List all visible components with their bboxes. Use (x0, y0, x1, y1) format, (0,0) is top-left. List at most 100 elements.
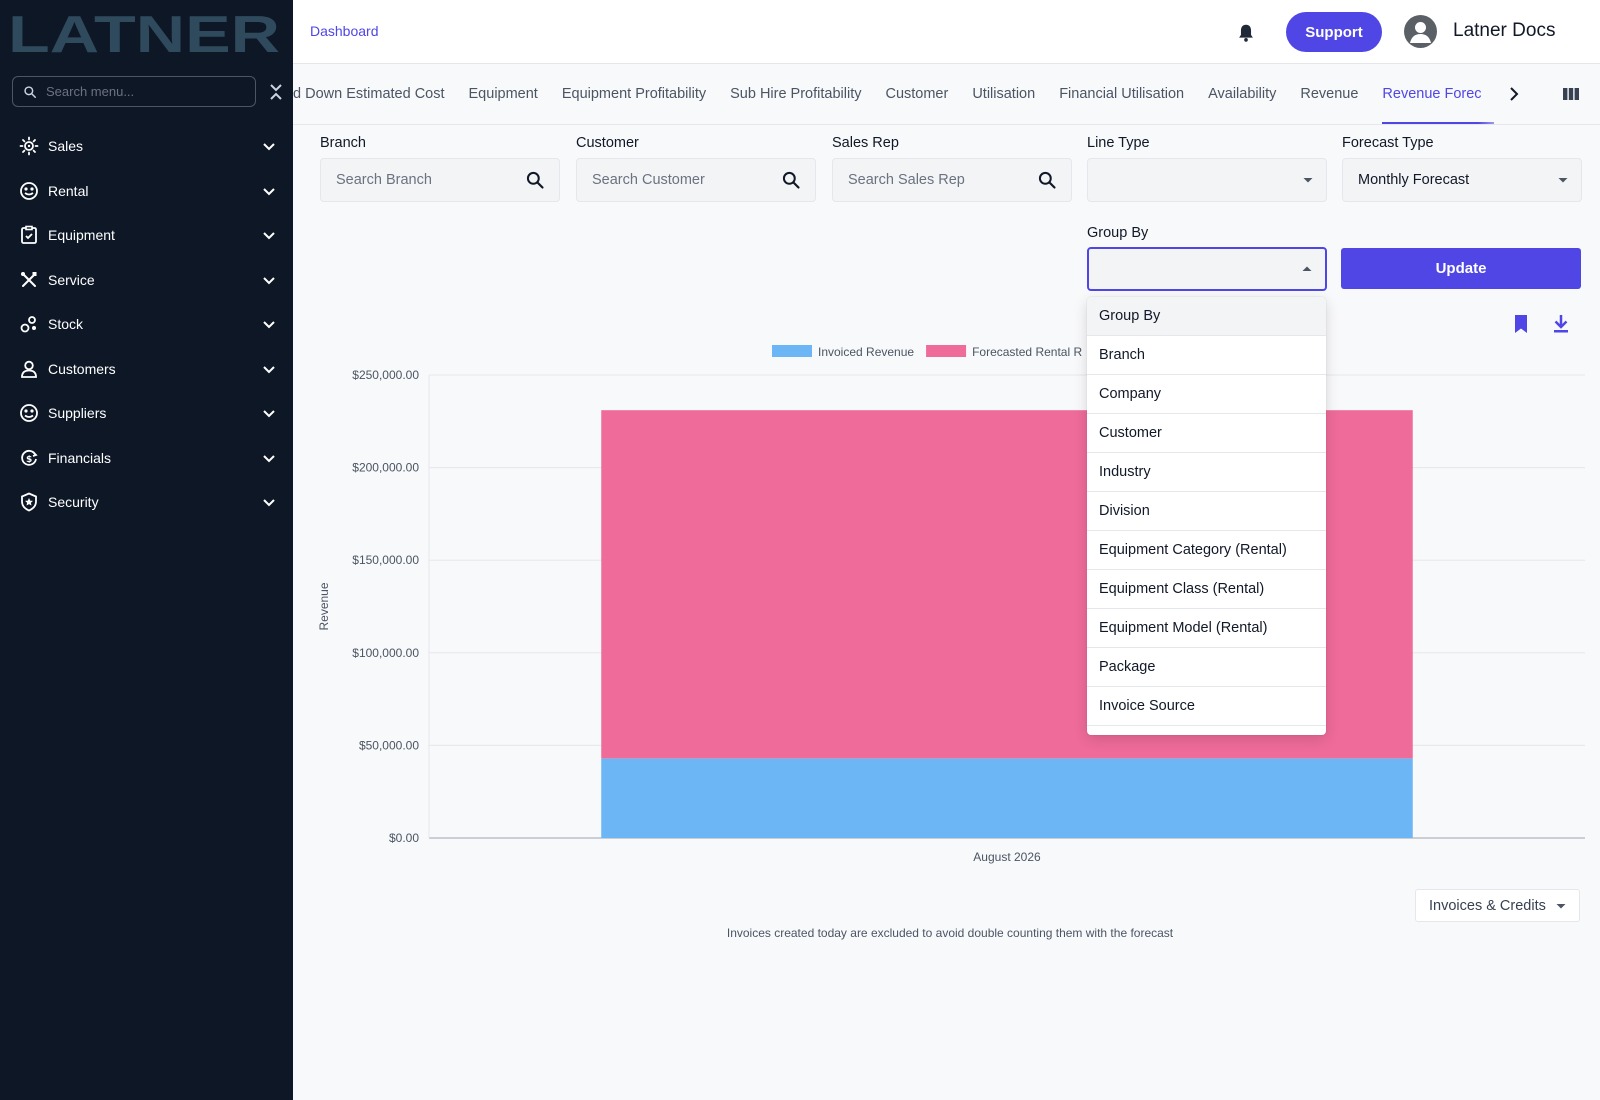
forecast-type-label: Forecast Type (1342, 135, 1434, 151)
financials-icon: $ (19, 448, 39, 468)
caret-up-icon (1302, 266, 1312, 271)
user-name[interactable]: Latner Docs (1453, 20, 1555, 42)
sales-rep-input[interactable] (848, 172, 1037, 188)
collapse-sidebar-button[interactable] (266, 82, 286, 102)
top-header: Dashboard Support Latner Docs (293, 0, 1600, 64)
legend-swatch (926, 345, 967, 357)
chevron-down-icon (263, 277, 275, 285)
sidebar-item-sales[interactable]: Sales (0, 124, 293, 169)
branch-input[interactable] (336, 172, 525, 188)
group-by-option[interactable]: Customer (1087, 414, 1326, 453)
y-tick-label: $50,000.00 (359, 738, 419, 752)
sidebar-item-rental[interactable]: Rental (0, 169, 293, 214)
tab-customer[interactable]: Customer (873, 64, 960, 124)
group-by-dropdown: Group By Branch Company Customer Industry Div… (1087, 297, 1326, 735)
group-by-option[interactable]: Equipment Model (Rental) (1087, 609, 1326, 648)
sidebar-item-security[interactable]: Security (0, 480, 293, 525)
bar-segment (601, 758, 1413, 838)
line-type-label: Line Type (1087, 135, 1150, 151)
tab-utilisation[interactable]: Utilisation (960, 64, 1047, 124)
chevron-down-icon (263, 455, 275, 463)
branch-label: Branch (320, 135, 366, 151)
sidebar-nav: Sales Rental Equipment Service Stock Cus… (0, 124, 293, 525)
tab-breakdown-estimated-cost[interactable]: d Down Estimated Cost (293, 64, 457, 124)
search-icon[interactable] (1037, 170, 1057, 190)
search-icon[interactable] (525, 170, 545, 190)
tab-financial-utilisation[interactable]: Financial Utilisation (1047, 64, 1196, 124)
y-axis-label: Revenue (317, 582, 331, 630)
avatar[interactable] (1404, 15, 1437, 48)
breadcrumb-dashboard[interactable]: Dashboard (310, 23, 379, 39)
sidebar-item-financials[interactable]: $ Financials (0, 436, 293, 481)
group-by-option[interactable]: Branch (1087, 336, 1326, 375)
legend-label: Forecasted Rental R (972, 345, 1082, 359)
caret-down-icon (1303, 178, 1313, 183)
sidebar-item-equipment[interactable]: Equipment (0, 213, 293, 258)
sidebar-item-label: Rental (48, 182, 89, 199)
tabs-scroll-area: d Down Estimated Cost Equipment Equipmen… (293, 64, 1528, 124)
group-by-select[interactable] (1087, 247, 1327, 291)
group-by-option[interactable]: Industry (1087, 453, 1326, 492)
chevron-down-icon (263, 499, 275, 507)
group-by-option[interactable]: Division (1087, 492, 1326, 531)
tab-revenue[interactable]: Revenue (1288, 64, 1370, 124)
forecast-type-select[interactable]: Monthly Forecast (1342, 158, 1582, 202)
search-icon[interactable] (781, 170, 801, 190)
sidebar-item-stock[interactable]: Stock (0, 302, 293, 347)
sales-rep-field[interactable] (832, 158, 1072, 202)
legend-label: Invoiced Revenue (818, 345, 914, 359)
tab-sub-hire-profitability[interactable]: Sub Hire Profitability (718, 64, 873, 124)
group-by-option[interactable]: Invoice Source (1087, 687, 1326, 726)
tab-equipment-profitability[interactable]: Equipment Profitability (550, 64, 718, 124)
legend-swatch (772, 345, 812, 357)
group-by-option[interactable]: Package (1087, 648, 1326, 687)
tab-revenue-forecast[interactable]: Revenue Forec (1370, 64, 1494, 124)
sidebar-item-suppliers[interactable]: Suppliers (0, 391, 293, 436)
bell-icon[interactable] (1235, 22, 1257, 44)
group-by-option[interactable]: Group By (1087, 297, 1326, 336)
report-tabs: d Down Estimated Cost Equipment Equipmen… (293, 64, 1600, 125)
chevron-right-icon[interactable] (1504, 84, 1524, 104)
y-tick-label: $150,000.00 (352, 553, 419, 567)
sidebar-item-service[interactable]: Service (0, 258, 293, 303)
sidebar-item-label: Suppliers (48, 405, 107, 422)
shield-icon (19, 492, 39, 512)
download-icon[interactable] (1550, 313, 1572, 335)
branch-field[interactable] (320, 158, 560, 202)
caret-down-icon (1556, 903, 1566, 908)
customer-input[interactable] (592, 172, 781, 188)
y-tick-label: $100,000.00 (352, 646, 419, 660)
tab-equipment[interactable]: Equipment (457, 64, 550, 124)
tab-availability[interactable]: Availability (1196, 64, 1288, 124)
x-tick-label: August 2026 (973, 850, 1041, 864)
sidebar-item-label: Equipment (48, 227, 115, 244)
columns-icon[interactable] (1561, 84, 1581, 104)
menu-search-input[interactable] (46, 84, 236, 99)
y-tick-label: $0.00 (389, 831, 419, 845)
sidebar-item-customers[interactable]: Customers (0, 347, 293, 392)
menu-search[interactable] (12, 76, 256, 107)
chevron-down-icon (263, 232, 275, 240)
sales-rep-label: Sales Rep (832, 135, 899, 151)
user-icon (1410, 22, 1431, 43)
collapse-icon (270, 84, 282, 100)
chevron-down-icon (263, 366, 275, 374)
sidebar-item-label: Service (48, 271, 95, 288)
latner-logo[interactable]: LATNER (10, 8, 280, 56)
sidebar: LATNER Sales Rental Equipment Service (0, 0, 293, 1100)
service-icon (19, 270, 39, 290)
group-by-label: Group By (1087, 225, 1149, 241)
customer-field[interactable] (576, 158, 816, 202)
update-button[interactable]: Update (1341, 248, 1581, 289)
chevron-down-icon (263, 143, 275, 151)
group-by-option[interactable]: Equipment Class (Rental) (1087, 570, 1326, 609)
bookmark-icon[interactable] (1510, 313, 1532, 335)
line-type-select[interactable] (1087, 158, 1327, 202)
customer-label: Customer (576, 135, 639, 151)
group-by-option[interactable]: Company (1087, 375, 1326, 414)
group-by-option[interactable]: Equipment Category (Rental) (1087, 531, 1326, 570)
forecast-footnote: Invoices created today are excluded to a… (726, 926, 1174, 940)
sidebar-item-label: Stock (48, 316, 84, 333)
invoices-credits-select[interactable]: Invoices & Credits (1415, 889, 1580, 922)
support-button[interactable]: Support (1286, 12, 1382, 52)
